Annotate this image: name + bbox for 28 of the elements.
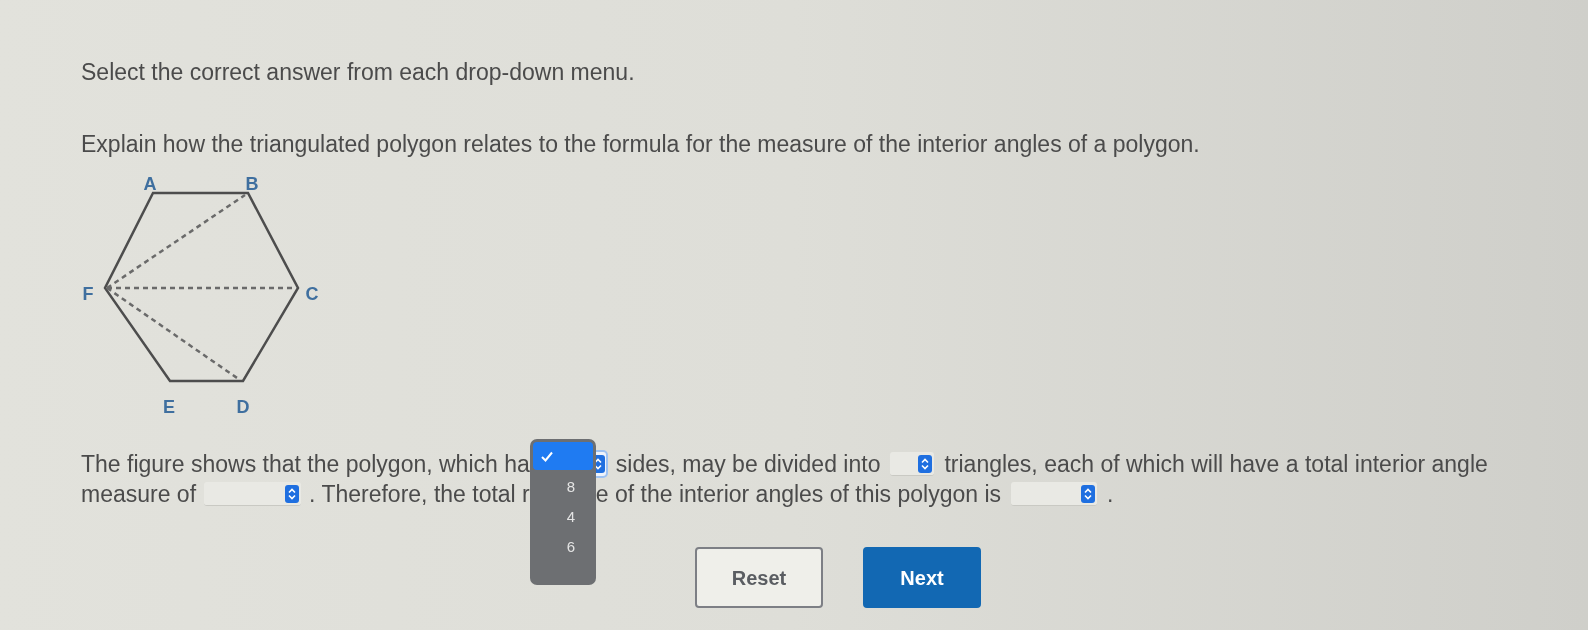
chevron-up-down-icon [1081, 484, 1096, 503]
vertex-label: C [305, 284, 319, 304]
reset-button[interactable]: Reset [695, 547, 823, 608]
answer-text: . Therefore, the total r [309, 482, 530, 506]
answer-text: . [1107, 482, 1114, 506]
vertex-label: D [236, 397, 250, 417]
dropdown-field[interactable] [204, 482, 302, 506]
menu-option[interactable]: 8 [532, 472, 593, 500]
menu-option[interactable]: 6 [532, 532, 593, 560]
question-text: Explain how the triangulated polygon relates to the formula for the measure of the interior angles of a polygon. [81, 133, 1200, 158]
chevron-up-down-icon [918, 454, 933, 473]
answer-text: e of the interior angles of this polygon is [595, 482, 1002, 506]
vertex-label: E [163, 397, 175, 417]
answer-text: measure of [81, 482, 197, 506]
checkmark-icon [540, 450, 553, 462]
answer-text: triangles, each of which will have a total interior angle [944, 452, 1488, 476]
answer-text: sides, may be divided into [615, 452, 881, 476]
next-button[interactable]: Next [863, 547, 981, 608]
vertex-label: F [82, 284, 94, 304]
answer-text: The figure shows that the polygon, which ha [81, 452, 530, 476]
vertex-label: B [245, 174, 259, 194]
menu-option[interactable]: 4 [532, 502, 593, 530]
dropdown-field[interactable] [1011, 482, 1098, 506]
chevron-up-down-icon [285, 484, 300, 503]
instruction-text: Select the correct answer from each drop-down menu. [81, 61, 635, 86]
menu-option[interactable] [532, 442, 593, 470]
dropdown-field[interactable] [890, 452, 935, 476]
vertex-label: A [143, 174, 157, 194]
